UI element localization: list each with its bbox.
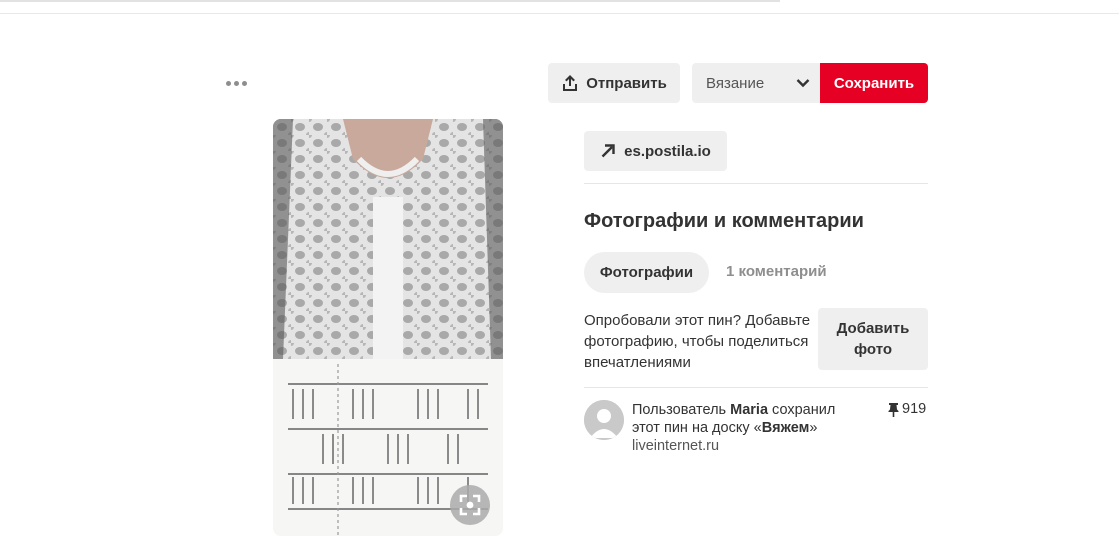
save-activity-text: Пользователь Maria сохранил этот пин на … [632,401,862,455]
add-photo-button[interactable]: Добавить фото [818,308,928,370]
activity-user-link[interactable]: Maria [730,402,768,418]
avatar-icon [584,400,624,440]
pin-count: 919 [888,401,926,417]
cardigan-photo [273,119,503,359]
tried-pin-prompt: Опробовали этот пин? Добавьте фотографию… [584,312,811,371]
activity-suffix: » [809,420,818,436]
activity-site: liveinternet.ru [632,438,720,454]
top-progress-bar [0,0,780,2]
section-divider [584,183,928,184]
share-upload-icon [563,75,578,91]
share-button-label: Отправить [586,74,667,92]
board-select[interactable]: Вязание [692,63,820,103]
chevron-down-icon [796,79,810,88]
arrow-up-right-icon [601,144,615,158]
more-options-button[interactable] [222,72,250,94]
tab-comments[interactable]: 1 коментарий [726,263,827,280]
source-link-button[interactable]: es.postila.io [584,131,727,171]
more-dot [241,80,247,86]
tab-photos[interactable]: Фотографии [584,252,709,293]
activity-prefix: Пользователь [632,402,731,418]
visual-search-button[interactable] [450,485,490,525]
pin-count-value: 919 [902,401,927,417]
share-button[interactable]: Отправить [548,63,680,103]
pin-icon [888,402,899,417]
more-dot [233,80,239,86]
board-select-value: Вязание [706,74,765,92]
more-dots-icon [225,80,231,86]
save-button[interactable]: Сохранить [820,63,928,103]
activity-board-link[interactable]: Вяжем [762,420,810,436]
section-divider [584,387,928,388]
header-divider [0,13,1119,14]
visual-search-icon [459,494,481,516]
photos-comments-title: Фотографии и комментарии [584,210,864,232]
user-avatar[interactable] [584,400,624,440]
source-domain: es.postila.io [624,142,711,160]
pin-image[interactable] [273,119,503,536]
